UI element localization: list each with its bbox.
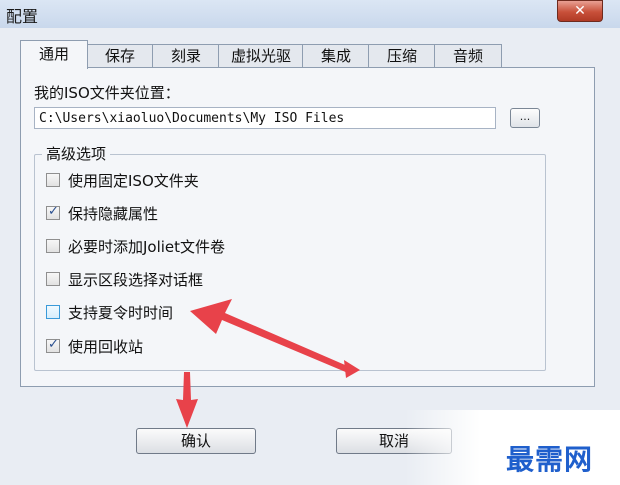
checkbox[interactable] <box>46 272 60 286</box>
tab-general[interactable]: 通用 <box>20 40 88 69</box>
advanced-options-title: 高级选项 <box>42 143 111 164</box>
tab-save[interactable]: 保存 <box>86 44 154 67</box>
ok-button[interactable]: 确认 <box>136 428 256 454</box>
iso-folder-path-input[interactable]: C:\Users\xiaoluo\Documents\My ISO Files <box>34 107 496 129</box>
tab-compression[interactable]: 压缩 <box>368 44 436 67</box>
site-watermark: 最需网 <box>506 443 594 476</box>
option-label: 必要时添加Joliet文件卷 <box>68 238 226 256</box>
tab-virtual-drive[interactable]: 虚拟光驱 <box>218 44 304 67</box>
tab-audio[interactable]: 音频 <box>434 44 502 67</box>
browse-button[interactable]: ... <box>510 108 540 128</box>
tab-integration[interactable]: 集成 <box>302 44 370 67</box>
checkbox[interactable] <box>46 305 60 319</box>
config-dialog: 配置 ✕ 通用 保存 刻录 虚拟光驱 集成 压缩 音频 我的ISO文件夹位置： … <box>0 0 620 485</box>
checkbox[interactable] <box>46 173 60 187</box>
option-label: 使用回收站 <box>68 338 144 356</box>
option-label: 使用固定ISO文件夹 <box>68 172 199 190</box>
checkbox[interactable] <box>46 337 60 353</box>
checkbox[interactable] <box>46 204 60 220</box>
window-title: 配置 <box>6 7 39 26</box>
close-button[interactable]: ✕ <box>557 0 603 22</box>
option-label: 显示区段选择对话框 <box>68 271 204 289</box>
option-label: 支持夏令时时间 <box>68 304 174 322</box>
title-bar: 配置 ✕ <box>0 0 620 29</box>
checkbox[interactable] <box>46 239 60 253</box>
tab-burn[interactable]: 刻录 <box>152 44 220 67</box>
option-label: 保持隐藏属性 <box>68 205 159 223</box>
iso-folder-label: 我的ISO文件夹位置： <box>34 84 180 102</box>
